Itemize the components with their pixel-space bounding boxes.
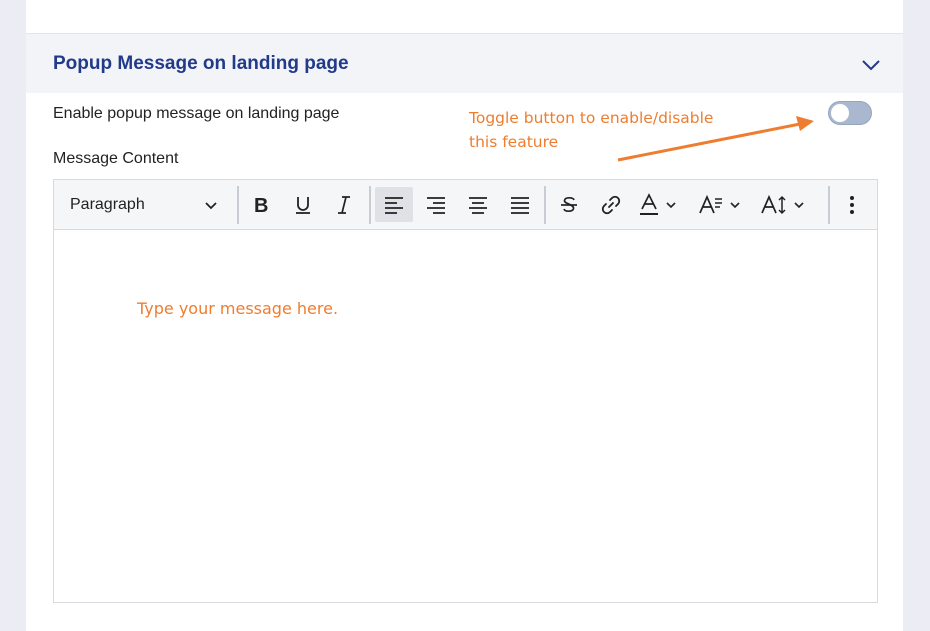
bold-button[interactable]: B bbox=[243, 187, 281, 222]
font-style-dropdown[interactable] bbox=[694, 187, 750, 222]
italic-icon bbox=[334, 195, 354, 215]
text-color-icon bbox=[638, 192, 660, 217]
svg-text:B: B bbox=[254, 195, 268, 215]
section-header[interactable]: Popup Message on landing page bbox=[26, 34, 903, 93]
more-icon bbox=[849, 194, 855, 216]
section-title: Popup Message on landing page bbox=[53, 53, 349, 74]
rich-text-editor: Paragraph B Type your message here. bbox=[53, 179, 878, 603]
toolbar-separator bbox=[369, 186, 371, 224]
align-center-button[interactable] bbox=[459, 187, 497, 222]
annotation-text: Toggle button to enable/disable this fea… bbox=[469, 106, 769, 154]
align-left-button[interactable] bbox=[375, 187, 413, 222]
toolbar-separator bbox=[237, 186, 239, 224]
enable-popup-toggle[interactable] bbox=[828, 101, 872, 125]
link-icon bbox=[600, 194, 622, 216]
align-justify-button[interactable] bbox=[501, 187, 539, 222]
block-format-dropdown[interactable]: Paragraph bbox=[60, 187, 228, 222]
more-options-button[interactable] bbox=[836, 187, 868, 222]
align-right-button[interactable] bbox=[417, 187, 455, 222]
align-right-icon bbox=[425, 195, 447, 215]
toolbar-separator bbox=[828, 186, 830, 224]
text-color-dropdown[interactable] bbox=[634, 187, 690, 222]
editor-toolbar: Paragraph B bbox=[54, 180, 877, 230]
font-size-icon bbox=[760, 194, 788, 216]
underline-icon bbox=[293, 194, 313, 216]
chevron-down-icon bbox=[793, 199, 805, 211]
chevron-down-icon[interactable] bbox=[860, 54, 882, 76]
block-format-value: Paragraph bbox=[70, 195, 145, 213]
font-style-icon bbox=[698, 194, 724, 216]
toggle-knob bbox=[831, 104, 849, 122]
editor-placeholder: Type your message here. bbox=[137, 299, 339, 318]
underline-button[interactable] bbox=[284, 187, 322, 222]
italic-button[interactable] bbox=[325, 187, 363, 222]
settings-panel: Popup Message on landing page Enable pop… bbox=[26, 0, 903, 631]
align-left-icon bbox=[383, 195, 405, 215]
align-center-icon bbox=[467, 195, 489, 215]
editor-content-area[interactable]: Type your message here. bbox=[54, 230, 877, 602]
previous-card bbox=[26, 0, 903, 34]
strikethrough-button[interactable] bbox=[550, 187, 588, 222]
annotation-line-1: Toggle button to enable/disable bbox=[469, 109, 714, 127]
strikethrough-icon bbox=[559, 195, 579, 215]
align-justify-icon bbox=[509, 195, 531, 215]
annotation-line-2: this feature bbox=[469, 133, 559, 151]
chevron-down-icon bbox=[665, 199, 677, 211]
chevron-down-icon bbox=[204, 198, 218, 212]
enable-popup-label: Enable popup message on landing page bbox=[53, 105, 340, 122]
message-content-label: Message Content bbox=[53, 150, 179, 167]
toolbar-separator bbox=[544, 186, 546, 224]
link-button[interactable] bbox=[592, 187, 630, 222]
chevron-down-icon bbox=[729, 199, 741, 211]
bold-icon: B bbox=[252, 195, 272, 215]
font-size-dropdown[interactable] bbox=[756, 187, 818, 222]
